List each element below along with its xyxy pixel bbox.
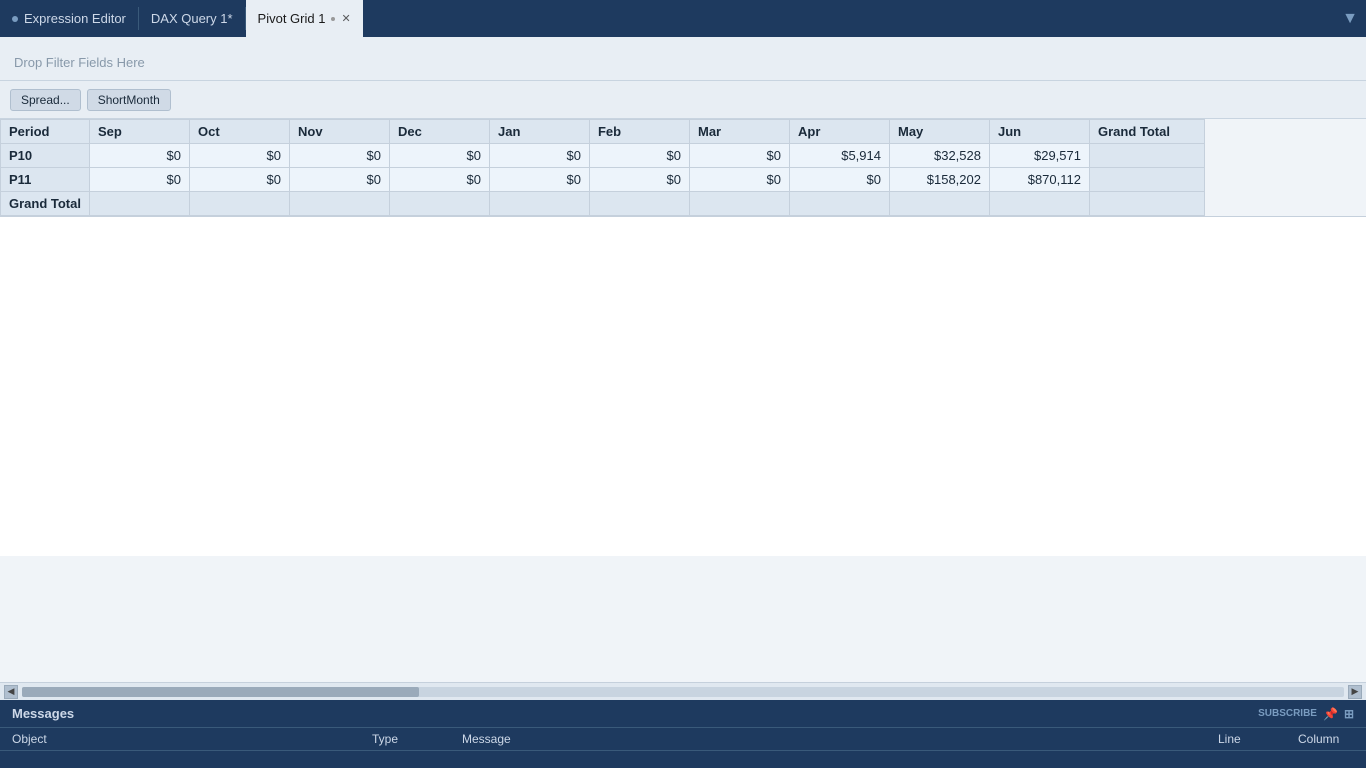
col-header-feb: Feb [589, 120, 689, 144]
col-header-period: Period [1, 120, 90, 144]
col-header-grand-total: Grand Total [1089, 120, 1204, 144]
data-cell [89, 192, 189, 216]
messages-col-message: Message [450, 732, 1206, 746]
data-cell: $0 [189, 168, 289, 192]
messages-header: Messages SUBSCRIBE 📌 ⊞ [0, 700, 1366, 728]
tab-pivot-grid[interactable]: Pivot Grid 1 ✕ [246, 0, 363, 37]
scroll-left-arrow[interactable]: ◀ [4, 685, 18, 699]
tab-dax-query[interactable]: DAX Query 1* [139, 0, 245, 37]
grand-total-cell [1089, 192, 1204, 216]
title-bar: Expression Editor DAX Query 1* Pivot Gri… [0, 0, 1366, 37]
data-cell [789, 192, 889, 216]
col-header-mar: Mar [689, 120, 789, 144]
empty-canvas [0, 216, 1366, 556]
col-header-sep: Sep [89, 120, 189, 144]
chip-spread[interactable]: Spread... [10, 89, 81, 111]
col-header-may: May [889, 120, 989, 144]
table-row: P11 $0 $0 $0 $0 $0 $0 $0 $0 $158,202 $87… [1, 168, 1205, 192]
data-cell [489, 192, 589, 216]
data-cell: $0 [89, 144, 189, 168]
pivot-table-wrapper[interactable]: Period Sep Oct Nov Dec Jan Feb Mar Apr M… [0, 119, 1366, 682]
data-cell: $5,914 [789, 144, 889, 168]
main-content: Drop Filter Fields Here Spread... ShortM… [0, 37, 1366, 700]
tab-expression-editor[interactable]: Expression Editor [0, 0, 138, 37]
data-cell: $0 [189, 144, 289, 168]
period-cell-p10: P10 [1, 144, 90, 168]
grand-total-cell [1089, 168, 1204, 192]
pin-icon[interactable]: 📌 [1323, 707, 1338, 721]
col-header-jan: Jan [489, 120, 589, 144]
scroll-thumb[interactable] [22, 687, 419, 697]
data-cell: $0 [789, 168, 889, 192]
col-header-oct: Oct [189, 120, 289, 144]
subscribe-label: SUBSCRIBE [1258, 708, 1317, 719]
messages-col-object: Object [0, 732, 360, 746]
data-cell: $0 [589, 144, 689, 168]
tab-label: Expression Editor [24, 11, 126, 26]
data-cell: $0 [489, 144, 589, 168]
tab-label: DAX Query 1* [151, 11, 233, 26]
pivot-area: Period Sep Oct Nov Dec Jan Feb Mar Apr M… [0, 119, 1366, 682]
data-cell [289, 192, 389, 216]
data-cell [989, 192, 1089, 216]
scroll-right-arrow[interactable]: ▶ [1348, 685, 1362, 699]
period-cell-grand-total: Grand Total [1, 192, 90, 216]
data-cell: $0 [689, 144, 789, 168]
grand-total-cell [1089, 144, 1204, 168]
data-cell [189, 192, 289, 216]
data-cell: $870,112 [989, 168, 1089, 192]
messages-title: Messages [12, 706, 74, 721]
drop-filter-label: Drop Filter Fields Here [14, 55, 145, 70]
data-cell [889, 192, 989, 216]
messages-col-line: Line [1206, 732, 1286, 746]
data-cell: $0 [89, 168, 189, 192]
data-cell: $0 [289, 168, 389, 192]
expand-icon[interactable]: ▼ [1342, 10, 1366, 28]
chip-shortmonth-label: ShortMonth [98, 93, 160, 107]
scroll-track[interactable] [22, 687, 1344, 697]
data-cell: $0 [589, 168, 689, 192]
header-row: Period Sep Oct Nov Dec Jan Feb Mar Apr M… [1, 120, 1205, 144]
chip-row: Spread... ShortMonth [0, 81, 1366, 119]
data-cell: $0 [689, 168, 789, 192]
tab-close-icon[interactable]: ✕ [341, 12, 350, 25]
messages-header-controls: SUBSCRIBE 📌 ⊞ [1258, 707, 1354, 721]
tab-label: Pivot Grid 1 [258, 11, 326, 26]
table-row: P10 $0 $0 $0 $0 $0 $0 $0 $5,914 $32,528 … [1, 144, 1205, 168]
data-cell: $158,202 [889, 168, 989, 192]
grand-total-row: Grand Total [1, 192, 1205, 216]
data-cell: $0 [289, 144, 389, 168]
data-cell [689, 192, 789, 216]
data-cell [589, 192, 689, 216]
data-cell [389, 192, 489, 216]
data-cell: $32,528 [889, 144, 989, 168]
chip-shortmonth[interactable]: ShortMonth [87, 89, 171, 111]
drop-filter-bar[interactable]: Drop Filter Fields Here [0, 45, 1366, 81]
messages-columns: Object Type Message Line Column [0, 728, 1366, 751]
data-cell: $0 [489, 168, 589, 192]
col-header-dec: Dec [389, 120, 489, 144]
horizontal-scrollbar[interactable]: ◀ ▶ [0, 682, 1366, 700]
col-header-apr: Apr [789, 120, 889, 144]
messages-col-column: Column [1286, 732, 1366, 746]
data-cell: $29,571 [989, 144, 1089, 168]
period-cell-p11: P11 [1, 168, 90, 192]
col-header-nov: Nov [289, 120, 389, 144]
bottom-panel: Messages SUBSCRIBE 📌 ⊞ Object Type Messa… [0, 700, 1366, 768]
data-cell: $0 [389, 144, 489, 168]
tab-separator-dot [331, 17, 335, 21]
tab-dot [12, 16, 18, 22]
dock-icon[interactable]: ⊞ [1344, 707, 1354, 721]
messages-col-type: Type [360, 732, 450, 746]
pivot-table: Period Sep Oct Nov Dec Jan Feb Mar Apr M… [0, 119, 1205, 216]
col-header-jun: Jun [989, 120, 1089, 144]
data-cell: $0 [389, 168, 489, 192]
chip-spread-label: Spread... [21, 93, 70, 107]
